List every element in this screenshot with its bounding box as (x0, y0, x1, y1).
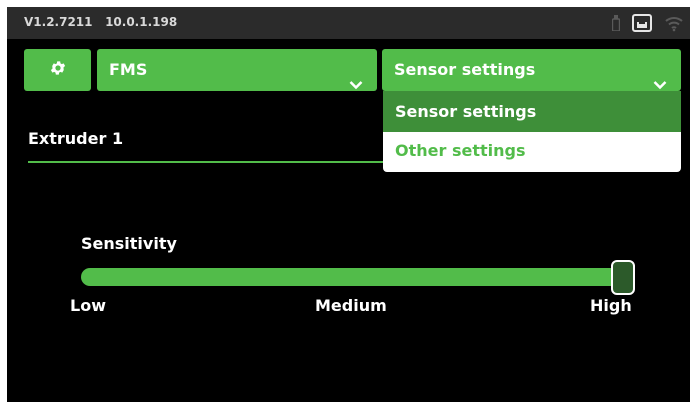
sensitivity-label: Sensitivity (81, 234, 177, 253)
version-info: V1.2.7211 10.0.1.198 (24, 15, 177, 29)
mode-dropdown[interactable]: Sensor settings (382, 49, 681, 91)
tick-label-high: High (590, 296, 632, 315)
mode-dropdown-value: Sensor settings (394, 60, 536, 79)
menu-item-other-settings[interactable]: Other settings (383, 132, 681, 172)
fms-dropdown-value: FMS (109, 60, 148, 79)
mode-dropdown-menu: Sensor settings Other settings (383, 91, 681, 172)
settings-button[interactable] (24, 49, 91, 91)
device-screen: V1.2.7211 10.0.1.198 FMS Sensor settings… (7, 7, 690, 402)
tick-label-medium: Medium (315, 296, 387, 315)
wifi-icon (664, 14, 684, 32)
fms-dropdown[interactable]: FMS (97, 49, 377, 91)
ethernet-icon (632, 14, 652, 32)
tab-extruder-1[interactable]: Extruder 1 (28, 129, 123, 148)
menu-item-sensor-settings[interactable]: Sensor settings (383, 91, 681, 132)
usb-icon (612, 15, 620, 31)
tab-underline (28, 161, 383, 163)
chevron-down-icon (349, 64, 363, 106)
sensitivity-slider-thumb[interactable] (611, 260, 635, 295)
ip-address: 10.0.1.198 (105, 15, 178, 29)
tick-label-low: Low (70, 296, 106, 315)
version-text: V1.2.7211 (24, 15, 93, 29)
gear-icon (49, 59, 67, 81)
sensitivity-slider-track[interactable] (81, 268, 635, 286)
status-bar: V1.2.7211 10.0.1.198 (7, 7, 690, 39)
status-icons (612, 13, 684, 33)
